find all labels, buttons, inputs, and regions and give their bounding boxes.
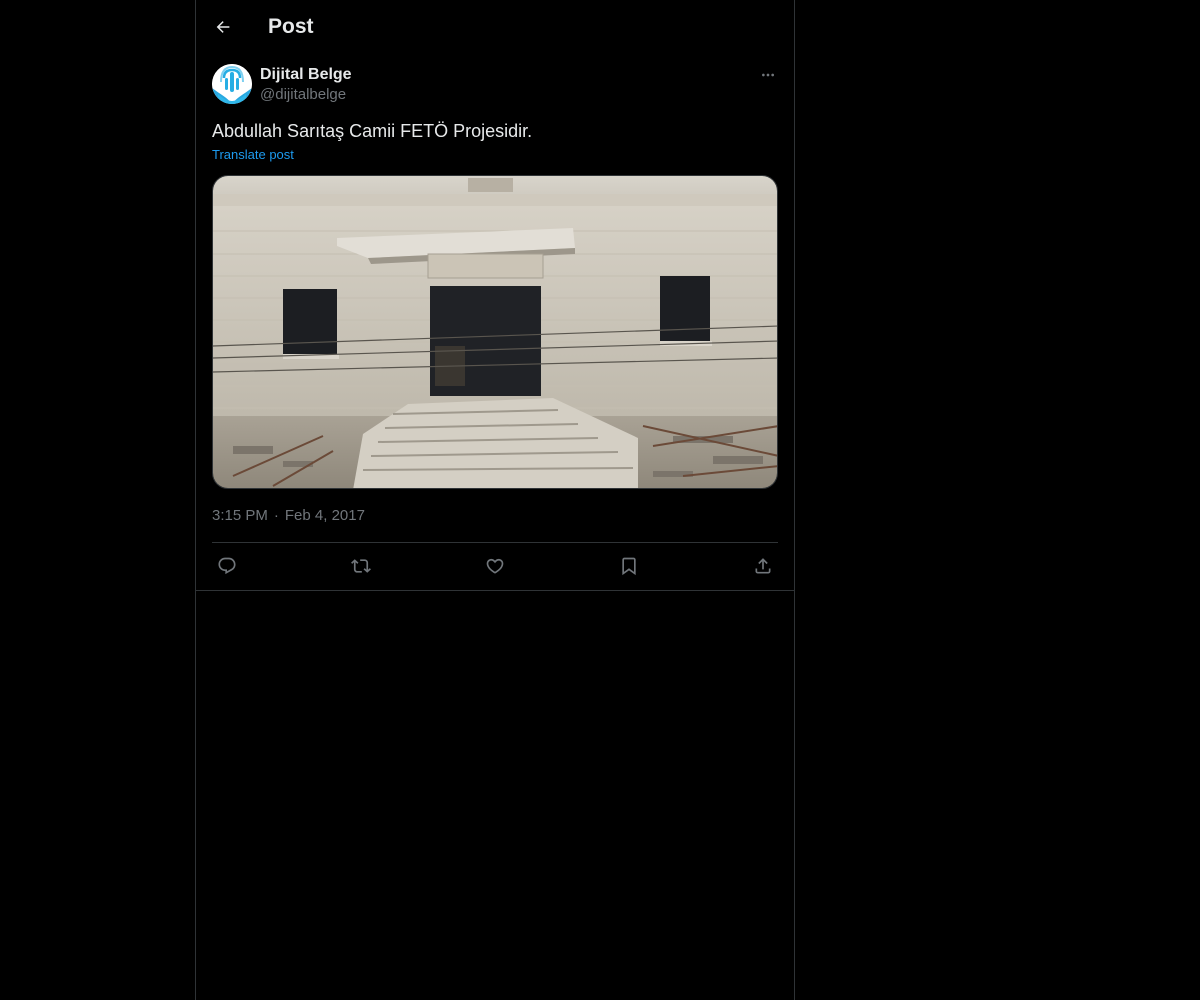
more-horizontal-icon (762, 73, 774, 77)
bookmark-button[interactable] (614, 553, 644, 579)
avatar[interactable] (212, 64, 252, 104)
back-button[interactable] (208, 10, 238, 44)
page-title: Post (268, 15, 314, 38)
post-date[interactable]: Feb 4, 2017 (285, 507, 365, 524)
post-actions (212, 553, 778, 579)
post-text: Abdullah Sarıtaş Camii FETÖ Projesidir. (212, 121, 533, 141)
post-time[interactable]: 3:15 PM (212, 507, 268, 524)
more-button[interactable] (758, 64, 778, 86)
mosque-building-photo (213, 176, 777, 488)
translate-post-link[interactable]: Translate post (212, 146, 294, 164)
like-button[interactable] (480, 553, 510, 579)
repost-button[interactable] (346, 553, 376, 579)
avatar-logo (212, 64, 252, 104)
repost-icon (351, 559, 371, 573)
reply-icon (218, 557, 236, 575)
bookmark-icon (622, 557, 636, 576)
reply-button[interactable] (212, 553, 242, 579)
author-handle[interactable]: @dijitalbelge (260, 85, 346, 105)
arrow-left-icon (216, 21, 230, 33)
timestamp-separator: · (273, 507, 279, 524)
heart-icon (486, 558, 504, 574)
page-header: Post (196, 0, 794, 53)
author-name[interactable]: Dijital Belge (260, 65, 352, 85)
post-bottom-border (196, 590, 794, 591)
post-media-image[interactable] (212, 175, 778, 489)
primary-column: Post Dijital Belge @dijitalbelge Abdulla… (195, 0, 795, 1000)
share-button[interactable] (748, 553, 778, 579)
divider (212, 542, 778, 543)
post-timestamp: 3:15 PM · Feb 4, 2017 (212, 506, 365, 526)
share-icon (755, 558, 771, 574)
